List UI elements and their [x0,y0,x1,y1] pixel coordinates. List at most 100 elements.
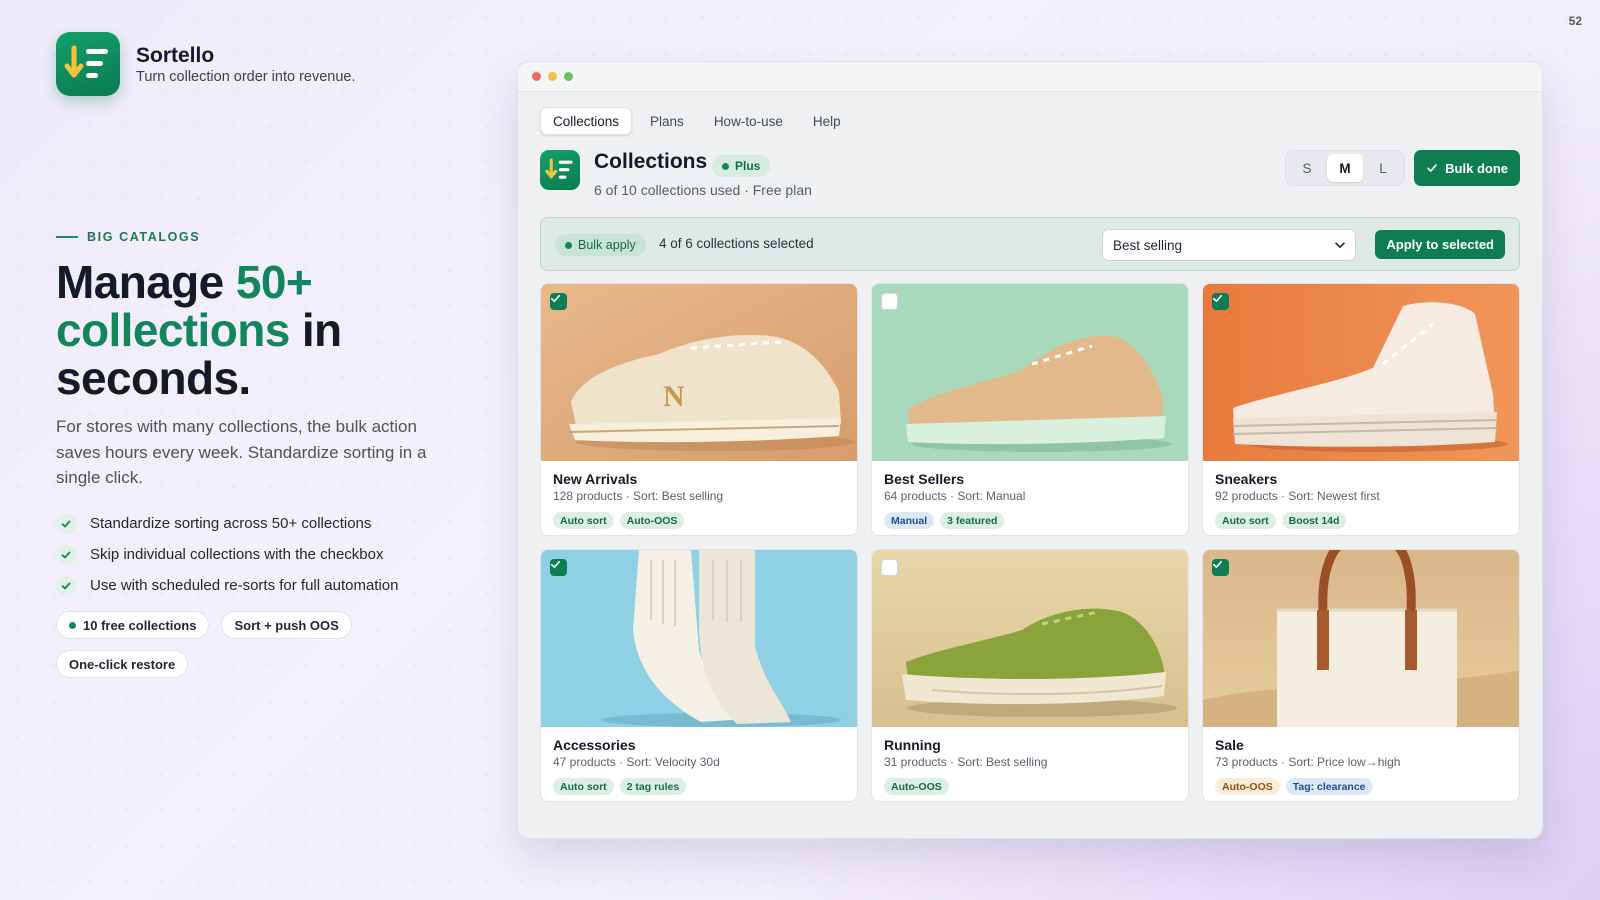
check-icon [56,544,76,565]
collection-checkbox[interactable] [550,559,567,576]
tag-auto-sort: Auto sort [1215,512,1276,529]
svg-text:N: N [663,380,685,413]
collection-card-accessories[interactable]: Accessories 47 products · Sort: Velocity… [540,549,858,802]
collection-checkbox[interactable] [1212,559,1229,576]
collection-meta: 31 products · Sort: Best selling [884,755,1048,769]
chip-one-click-restore: One-click restore [56,650,189,678]
lede-paragraph: For stores with many collections, the bu… [56,417,427,487]
sort-select-value: Best selling [1113,237,1183,253]
app-logo-icon [540,150,580,190]
product-image-sneaker-tan-mint [872,284,1188,461]
sort-order-select[interactable]: Best selling [1102,229,1356,261]
collection-card-sneakers[interactable]: Sneakers 92 products · Sort: Newest firs… [1202,283,1520,536]
selection-count: 4 of 6 collections selected [659,236,814,251]
eyebrow: BIG CATALOGS [56,230,200,244]
collection-title: Sneakers [1215,471,1278,487]
tag-auto-oos: Auto-OOS [619,512,685,529]
collection-card-sale[interactable]: Sale 73 products · Sort: Price low→high … [1202,549,1520,802]
collection-checkbox[interactable] [1212,293,1229,310]
brand-name: Sortello [136,43,215,67]
collection-meta: 47 products · Sort: Velocity 30d [553,755,720,769]
collections-grid: N New Arrivals 128 products · Sort: Best… [540,283,1520,802]
tag-auto-oos: Auto-OOS [884,778,949,795]
collection-checkbox[interactable] [881,559,898,576]
feature-label: Use with scheduled re-sorts for full aut… [90,577,399,594]
page-number: 52 [1568,14,1582,28]
check-icon [551,294,560,303]
brand-header: Sortello Turn collection order into reve… [56,32,356,96]
bulk-done-button[interactable]: Bulk done [1414,150,1520,186]
density-option-l[interactable]: L [1365,154,1401,182]
collection-meta: 128 products · Sort: Best selling [553,489,724,503]
tag-boost: Boost 14d [1281,512,1347,529]
collection-meta: 92 products · Sort: Newest first [1215,489,1380,503]
density-option-s[interactable]: S [1289,154,1325,182]
usage-subtitle: 6 of 10 collections used · Free plan [594,182,812,198]
feature-item: Use with scheduled re-sorts for full aut… [56,570,398,601]
tag-featured: 3 featured [940,512,1005,529]
page-title: Collections [594,150,708,173]
collection-card-best-sellers[interactable]: Best Sellers 64 products · Sort: Manual … [871,283,1189,536]
density-toggle: S M L [1285,150,1405,186]
product-image-running-shoe-green [872,550,1188,727]
chip-label: 10 free collections [83,617,197,633]
status-dot [565,241,572,249]
check-icon [56,513,76,534]
bulk-apply-bar: Bulk apply 4 of 6 collections selected B… [540,217,1520,271]
chip-sort-push-oos: Sort + push OOS [221,611,352,639]
product-image-tote-bag-sand [1203,550,1519,727]
collection-title: Best Sellers [884,471,965,487]
chip-label: One-click restore [69,656,176,672]
app-window: Collections Plans How-to-use Help Collec… [517,61,1543,839]
product-image-socks-blue [541,550,857,727]
maximize-window-dot[interactable] [564,72,573,81]
collection-title: Running [884,737,941,753]
tag-tag-rules: 2 tag rules [619,778,687,795]
check-icon [1213,560,1222,569]
status-dot [722,162,729,170]
bulk-apply-pill: Bulk apply [555,234,646,256]
page-header: Collections Plus 6 of 10 collections use… [540,150,1520,202]
product-image-sneaker-low-cream: N [541,284,857,461]
tag-auto-sort: Auto sort [553,512,614,529]
collection-title: Accessories [553,737,636,753]
tag-manual: Manual [884,512,935,529]
tab-how-to-use[interactable]: How-to-use [702,107,795,135]
chip-label: Sort + push OOS [234,617,339,633]
chevron-down-icon [1335,241,1345,248]
tab-bar: Collections Plans How-to-use Help [540,107,853,135]
collection-meta: 73 products · Sort: Price low→high [1215,755,1401,769]
feature-label: Standardize sorting across 50+ collectio… [90,515,372,532]
density-option-m[interactable]: M [1327,154,1363,182]
collection-checkbox[interactable] [881,293,898,310]
plan-badge-label: Plus [735,159,761,173]
window-titlebar [518,62,1542,92]
bulk-done-label: Bulk done [1445,160,1508,176]
feature-chips: 10 free collections Sort + push OOS One-… [56,611,386,678]
collection-card-running[interactable]: Running 31 products · Sort: Best selling… [871,549,1189,802]
collection-title: New Arrivals [553,471,638,487]
feature-item: Standardize sorting across 50+ collectio… [56,508,398,539]
bulk-apply-pill-label: Bulk apply [578,238,636,252]
check-icon [56,575,76,596]
collection-checkbox[interactable] [550,293,567,310]
collection-title: Sale [1215,737,1244,753]
minimize-window-dot[interactable] [548,72,557,81]
tag-auto-oos: Auto-OOS [1215,778,1280,795]
plan-badge: Plus [712,155,771,177]
feature-list: Standardize sorting across 50+ collectio… [56,508,398,601]
tag-auto-sort: Auto sort [553,778,614,795]
apply-to-selected-button[interactable]: Apply to selected [1375,230,1505,259]
brand-tagline: Turn collection order into revenue. [136,68,356,85]
tab-collections[interactable]: Collections [540,107,633,135]
collection-card-new-arrivals[interactable]: N New Arrivals 128 products · Sort: Best… [540,283,858,536]
sortello-logo-icon [56,32,120,96]
feature-item: Skip individual collections with the che… [56,539,398,570]
product-image-sneaker-hightop-orange [1203,284,1519,461]
tab-plans[interactable]: Plans [638,107,696,135]
close-window-dot[interactable] [532,72,541,81]
eyebrow-line [56,236,78,238]
eyebrow-text: BIG CATALOGS [87,230,201,244]
tab-help[interactable]: Help [801,107,853,135]
check-icon [1427,164,1438,172]
